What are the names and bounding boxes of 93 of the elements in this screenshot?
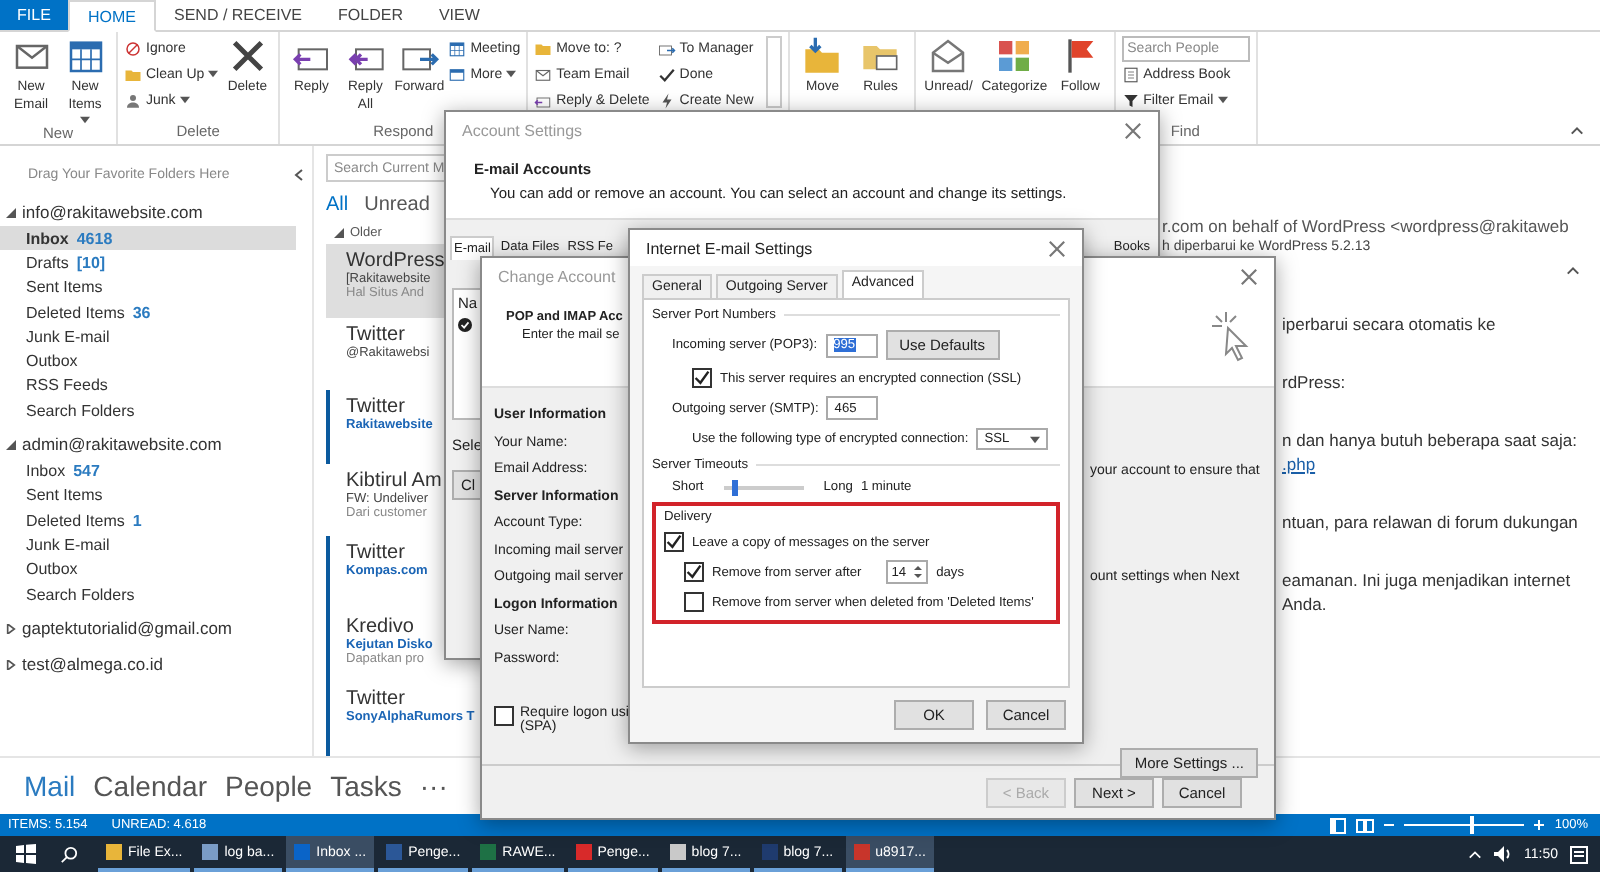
window-title: Internet E-mail Settings — [646, 239, 813, 257]
x-icon — [227, 36, 268, 76]
file-tab[interactable]: FILE — [0, 0, 68, 30]
start-icon[interactable] — [16, 844, 36, 864]
body-text: n dan hanya butuh beberapa saat saja: — [1282, 430, 1579, 450]
collapsed-arrow-icon[interactable] — [6, 659, 16, 670]
check-circle-icon — [458, 318, 472, 332]
body-text: iperbarui secara otomatis ke — [1282, 314, 1498, 334]
forward-icon — [657, 39, 676, 57]
window-title: Account Settings — [462, 121, 583, 139]
window-title: Change Account — [498, 267, 616, 285]
checkbox[interactable] — [692, 368, 712, 388]
folder-item[interactable]: Deleted Items 36 — [0, 299, 296, 325]
checkbox[interactable] — [684, 562, 704, 582]
book-icon — [1121, 65, 1140, 83]
check-icon — [657, 65, 676, 83]
account-name[interactable]: gaptektutorialid@gmail.com — [22, 618, 233, 639]
folder-item[interactable]: Deleted Items 1 — [0, 507, 296, 533]
filter-tab[interactable]: All — [326, 194, 349, 220]
sender-line: r.com on behalf of WordPress <wordpress@rakitaweb — [1162, 216, 1569, 236]
reply-icon — [534, 91, 553, 109]
folder-icon — [534, 39, 553, 57]
notification-icon[interactable] — [1570, 845, 1588, 863]
ribbon-tab[interactable]: HOME — [68, 0, 156, 32]
body-text: eamanan. Ini juga menjadikan internet — [1282, 570, 1573, 590]
cursor-click-icon — [1210, 310, 1254, 362]
close-icon[interactable] — [1240, 267, 1258, 285]
speaker-icon[interactable] — [1494, 846, 1512, 862]
folder-icon — [124, 65, 142, 83]
checkbox[interactable] — [684, 592, 704, 612]
folder-item[interactable]: Outbox — [0, 557, 296, 582]
body-text: rdPress: — [1282, 372, 1348, 392]
body-text: Anda. — [1282, 594, 1329, 614]
expanded-arrow-icon[interactable] — [6, 439, 16, 450]
folder-item[interactable]: RSS Feeds — [0, 373, 296, 399]
caret-icon — [80, 116, 90, 124]
folder-item[interactable]: Junk E-mail — [0, 532, 296, 558]
nav-item[interactable]: Calendar — [93, 770, 207, 802]
folder-item[interactable]: Drafts [10] — [0, 250, 296, 276]
open-envelope-icon — [928, 36, 969, 76]
collapse-pane-icon[interactable] — [294, 167, 304, 181]
calendar-icon — [65, 36, 105, 76]
more-button[interactable]: ··· — [419, 770, 448, 802]
checkbox[interactable] — [494, 706, 514, 726]
account-name[interactable]: admin@rakitawebsite.com — [22, 434, 222, 455]
move-to-folder-icon — [802, 36, 843, 76]
expanded-arrow-icon[interactable] — [6, 207, 16, 217]
account-name[interactable]: test@almega.co.id — [22, 654, 164, 675]
normal-view-icon[interactable] — [1330, 817, 1347, 833]
link[interactable]: .php — [1282, 454, 1600, 474]
folder-item[interactable]: Sent Items — [0, 483, 296, 508]
window-icon — [448, 65, 467, 83]
caret-icon — [208, 70, 219, 78]
close-icon[interactable] — [1124, 121, 1142, 139]
body-text: ntuan, para relawan di forum dukungan — [1282, 512, 1580, 532]
color-grid-icon — [994, 36, 1035, 76]
zoom-slider-thumb[interactable] — [1470, 816, 1475, 834]
collapsed-arrow-icon[interactable] — [6, 623, 16, 634]
caret-icon — [1030, 435, 1041, 443]
plus-icon[interactable] — [1534, 820, 1545, 830]
search-icon[interactable] — [60, 845, 78, 863]
folder-item[interactable]: Junk E-mail — [0, 324, 296, 349]
checkbox[interactable] — [664, 532, 684, 552]
person-icon — [124, 91, 142, 109]
folder-item[interactable]: Inbox 547 — [0, 458, 296, 484]
collapse-header-icon[interactable] — [1566, 266, 1580, 276]
close-icon[interactable] — [1048, 239, 1066, 257]
nav-item[interactable]: People — [225, 770, 313, 802]
chevron-up-icon[interactable] — [1468, 849, 1482, 859]
caret-icon — [179, 96, 190, 104]
account-name[interactable]: info@rakitawebsite.com — [22, 202, 203, 222]
folder-item[interactable]: Sent Items — [0, 275, 296, 300]
calendar-icon — [448, 39, 467, 57]
filter-tab[interactable]: Unread — [364, 194, 430, 220]
gallery-scrollbar[interactable] — [765, 36, 782, 108]
collapse-ribbon-icon[interactable] — [1570, 126, 1584, 136]
nav-item[interactable]: Mail — [24, 770, 76, 802]
ribbon-tab[interactable]: FOLDER — [320, 0, 421, 30]
nav-item[interactable]: Tasks — [330, 770, 402, 802]
folder-item[interactable]: Search Folders — [0, 581, 296, 607]
ribbon-tab[interactable]: SEND / RECEIVE — [156, 0, 321, 30]
caret-icon — [1217, 96, 1228, 104]
expanded-arrow-icon[interactable] — [334, 228, 344, 238]
folder-item[interactable]: Outbox — [0, 348, 296, 374]
minus-icon[interactable] — [1384, 820, 1395, 830]
caret-icon — [506, 70, 517, 78]
ribbon-tab[interactable]: VIEW — [420, 0, 498, 30]
reading-view-icon[interactable] — [1356, 817, 1375, 833]
folder-item[interactable]: Search Folders — [0, 398, 296, 423]
envelope-icon — [534, 65, 553, 83]
prohibited-icon — [124, 39, 142, 57]
folder-item[interactable]: Inbox 4618 — [0, 226, 296, 251]
slider-thumb[interactable] — [731, 479, 738, 495]
